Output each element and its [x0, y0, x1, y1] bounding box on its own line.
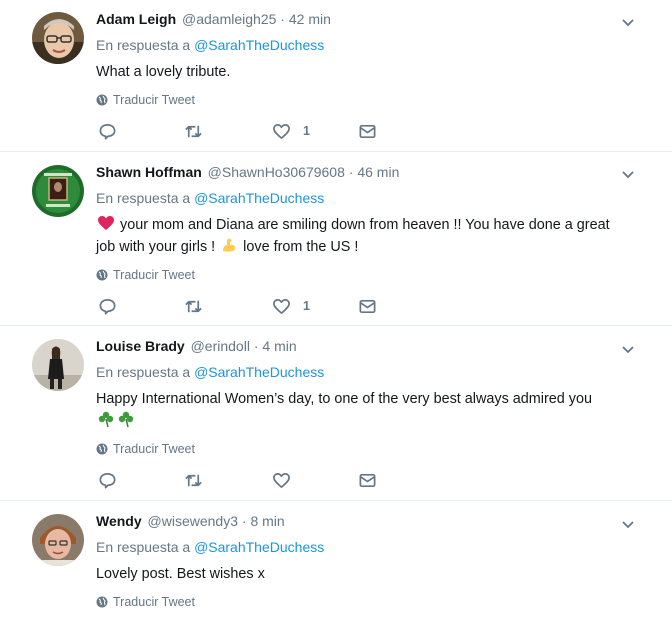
- tweet[interactable]: Wendy @wisewendy3 · 8 min En respuesta a…: [0, 501, 672, 620]
- translate-tweet[interactable]: Traducir Tweet: [96, 92, 622, 108]
- translate-label: Traducir Tweet: [113, 595, 195, 609]
- reply-context: En respuesta a @SarahTheDuchess: [96, 188, 622, 208]
- tweet-text: your mom and Diana are smiling down from…: [96, 214, 622, 258]
- tweet-text-part: Happy International Women’s day, to one …: [96, 391, 592, 407]
- reply-prefix: En respuesta a: [96, 37, 191, 53]
- retweet-icon: [185, 125, 202, 137]
- globe-icon: [96, 269, 108, 281]
- shamrock-icon: [98, 411, 114, 428]
- reply-prefix: En respuesta a: [96, 539, 191, 555]
- user-name[interactable]: Shawn Hoffman: [96, 164, 202, 180]
- heart-icon: [273, 472, 290, 488]
- retweet-button[interactable]: [184, 295, 203, 317]
- tweet-text: Happy International Women’s day, to one …: [96, 388, 622, 432]
- retweet-icon: [185, 474, 202, 486]
- globe-icon: [96, 596, 108, 608]
- retweet-icon: [185, 300, 202, 312]
- like-button[interactable]: 1: [272, 120, 310, 142]
- user-handle[interactable]: @wisewendy3: [148, 513, 238, 529]
- like-button[interactable]: [272, 469, 303, 491]
- tweet[interactable]: Louise Brady @erindoll · 4 min En respue…: [0, 326, 672, 501]
- retweet-button[interactable]: [184, 469, 203, 491]
- tweet[interactable]: Adam Leigh @adamleigh25 · 42 min En resp…: [0, 0, 672, 152]
- reply-prefix: En respuesta a: [96, 190, 191, 206]
- avatar[interactable]: [32, 165, 84, 217]
- avatar[interactable]: [32, 12, 84, 64]
- like-count: 1: [303, 124, 310, 138]
- tweet-header: Louise Brady @erindoll · 4 min: [96, 336, 622, 356]
- message-button[interactable]: [358, 469, 377, 491]
- message-button[interactable]: [358, 295, 377, 317]
- red-heart-icon: [98, 216, 114, 230]
- separator: ·: [348, 164, 354, 180]
- timestamp[interactable]: 8 min: [250, 513, 284, 529]
- avatar[interactable]: [32, 514, 84, 566]
- separator: ·: [280, 11, 285, 27]
- globe-icon: [96, 94, 108, 106]
- avatar[interactable]: [32, 339, 84, 391]
- mention-link[interactable]: @SarahTheDuchess: [194, 364, 324, 380]
- like-count: 1: [303, 299, 310, 313]
- reply-context: En respuesta a @SarahTheDuchess: [96, 537, 622, 557]
- user-handle[interactable]: @adamleigh25: [182, 11, 276, 27]
- reply-context: En respuesta a @SarahTheDuchess: [96, 35, 622, 55]
- mention-link[interactable]: @SarahTheDuchess: [194, 539, 324, 555]
- reply-button[interactable]: [98, 295, 117, 317]
- replies-feed: Adam Leigh @adamleigh25 · 42 min En resp…: [0, 0, 672, 620]
- timestamp[interactable]: 42 min: [289, 11, 331, 27]
- translate-tweet[interactable]: Traducir Tweet: [96, 267, 622, 283]
- translate-tweet[interactable]: Traducir Tweet: [96, 441, 622, 457]
- reply-button[interactable]: [98, 120, 117, 142]
- envelope-icon: [359, 473, 376, 487]
- envelope-icon: [359, 124, 376, 138]
- shamrock-icon: [118, 411, 134, 428]
- timestamp[interactable]: 4 min: [262, 338, 296, 354]
- heart-icon: [273, 298, 290, 314]
- flexed-biceps-icon: [223, 238, 236, 252]
- tweet-actions: [96, 469, 396, 491]
- tweet-header: Wendy @wisewendy3 · 8 min: [96, 511, 622, 531]
- mention-link[interactable]: @SarahTheDuchess: [194, 37, 324, 53]
- tweet[interactable]: Shawn Hoffman @ShawnHo30679608 · 46 min …: [0, 152, 672, 326]
- tweet-text-part: love from the US !: [243, 239, 359, 255]
- reply-prefix: En respuesta a: [96, 364, 191, 380]
- reply-icon: [99, 123, 116, 139]
- tweet-text: Lovely post. Best wishes x: [96, 566, 265, 582]
- mention-link[interactable]: @SarahTheDuchess: [194, 190, 324, 206]
- retweet-button[interactable]: [184, 120, 203, 142]
- user-name[interactable]: Adam Leigh: [96, 11, 176, 27]
- chevron-down-icon[interactable]: [620, 341, 636, 357]
- tweet-actions: 1: [96, 295, 396, 317]
- like-button[interactable]: 1: [272, 295, 310, 317]
- envelope-icon: [359, 299, 376, 313]
- user-handle[interactable]: @erindoll: [191, 338, 250, 354]
- user-name[interactable]: Wendy: [96, 513, 142, 529]
- chevron-down-icon[interactable]: [620, 166, 636, 182]
- chevron-down-icon[interactable]: [620, 516, 636, 532]
- timestamp[interactable]: 46 min: [357, 164, 399, 180]
- separator: ·: [253, 338, 259, 354]
- tweet-actions: 1: [96, 120, 396, 142]
- tweet-header: Adam Leigh @adamleigh25 · 42 min: [96, 9, 622, 29]
- globe-icon: [96, 443, 108, 455]
- reply-button[interactable]: [98, 469, 117, 491]
- reply-context: En respuesta a @SarahTheDuchess: [96, 362, 622, 382]
- user-handle[interactable]: @ShawnHo30679608: [208, 164, 345, 180]
- tweet-text: What a lovely tribute.: [96, 64, 231, 80]
- tweet-header: Shawn Hoffman @ShawnHo30679608 · 46 min: [96, 162, 622, 182]
- translate-label: Traducir Tweet: [113, 268, 195, 282]
- message-button[interactable]: [358, 120, 377, 142]
- reply-icon: [99, 298, 116, 314]
- separator: ·: [241, 513, 247, 529]
- translate-label: Traducir Tweet: [113, 442, 195, 456]
- chevron-down-icon[interactable]: [620, 14, 636, 30]
- translate-tweet[interactable]: Traducir Tweet: [96, 594, 622, 610]
- reply-icon: [99, 472, 116, 488]
- heart-icon: [273, 123, 290, 139]
- user-name[interactable]: Louise Brady: [96, 338, 185, 354]
- translate-label: Traducir Tweet: [113, 93, 195, 107]
